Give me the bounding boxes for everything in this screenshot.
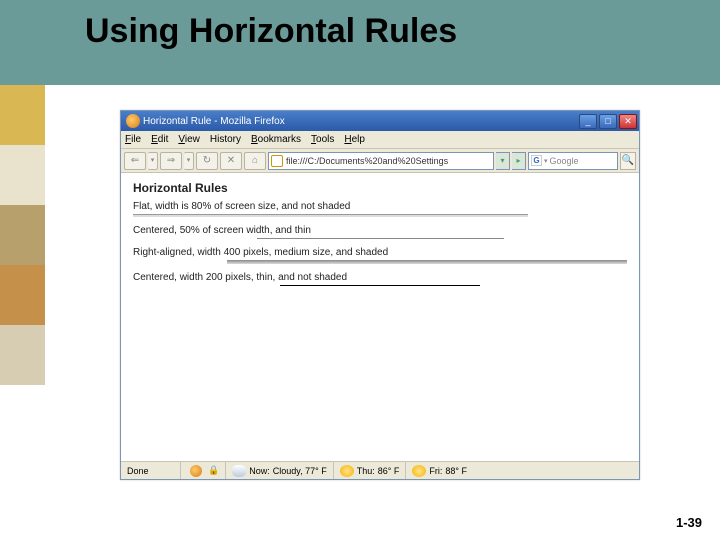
minimize-button[interactable]: _ — [579, 114, 597, 129]
url-text: file:///C:/Documents%20and%20Settings — [286, 156, 448, 166]
stop-button[interactable]: ✕ — [220, 152, 242, 170]
side-stripe — [0, 85, 45, 385]
search-placeholder: Google — [550, 156, 579, 166]
url-input[interactable]: file:///C:/Documents%20and%20Settings — [268, 152, 494, 170]
hr-desc-3: Right-aligned, width 400 pixels, medium … — [133, 247, 627, 258]
sun-icon — [412, 465, 426, 477]
hr-3 — [227, 260, 627, 264]
slide-header: Using Horizontal Rules — [0, 0, 720, 85]
hr-2 — [257, 238, 504, 239]
cloud-icon — [232, 465, 246, 477]
google-icon: G — [531, 155, 542, 166]
menu-view[interactable]: View — [178, 134, 200, 145]
page-icon — [271, 155, 283, 167]
weather-fri[interactable]: Fri: 88° F — [406, 462, 473, 479]
hr-desc-2: Centered, 50% of screen width, and thin — [133, 225, 627, 236]
forward-button[interactable]: ⇒ — [160, 152, 182, 170]
go-button[interactable]: ▸ — [512, 152, 526, 170]
hr-4 — [280, 285, 480, 286]
sun-icon — [340, 465, 354, 477]
maximize-button[interactable]: □ — [599, 114, 617, 129]
lock-icon: 🔒 — [208, 465, 219, 476]
menu-help[interactable]: Help — [344, 134, 365, 145]
stripe-seg — [0, 145, 45, 205]
page-heading: Horizontal Rules — [133, 181, 627, 195]
menu-history[interactable]: History — [210, 134, 241, 145]
menu-file[interactable]: File — [125, 134, 141, 145]
menubar: File Edit View History Bookmarks Tools H… — [121, 131, 639, 149]
page-content: Horizontal Rules Flat, width is 80% of s… — [121, 173, 639, 302]
stripe-seg — [0, 85, 45, 145]
menu-bookmarks[interactable]: Bookmarks — [251, 134, 301, 145]
weather-thu[interactable]: Thu: 86° F — [334, 462, 407, 479]
stripe-seg — [0, 205, 45, 265]
firefox-icon — [190, 465, 202, 477]
stripe-seg — [0, 325, 45, 385]
status-ext-icons[interactable]: 🔒 — [181, 462, 226, 479]
hr-desc-4: Centered, width 200 pixels, thin, and no… — [133, 272, 627, 283]
weather-now[interactable]: Now: Cloudy, 77° F — [226, 462, 333, 479]
home-button[interactable]: ⌂ — [244, 152, 266, 170]
nav-toolbar: ⇐ ▾ ⇒ ▾ ↻ ✕ ⌂ file:///C:/Documents%20and… — [121, 149, 639, 173]
firefox-icon — [126, 114, 140, 128]
close-button[interactable]: ✕ — [619, 114, 637, 129]
back-button[interactable]: ⇐ — [124, 152, 146, 170]
hr-1 — [133, 214, 528, 217]
menu-tools[interactable]: Tools — [311, 134, 334, 145]
menu-edit[interactable]: Edit — [151, 134, 168, 145]
titlebar[interactable]: Horizontal Rule - Mozilla Firefox _ □ ✕ — [121, 111, 639, 131]
url-dropdown[interactable]: ▾ — [496, 152, 510, 170]
forward-dropdown[interactable]: ▾ — [184, 152, 194, 170]
search-input[interactable]: G ▾ Google — [528, 152, 618, 170]
status-done: Done — [121, 462, 181, 479]
hr-desc-1: Flat, width is 80% of screen size, and n… — [133, 201, 627, 212]
back-dropdown[interactable]: ▾ — [148, 152, 158, 170]
window-title: Horizontal Rule - Mozilla Firefox — [143, 116, 579, 127]
statusbar: Done 🔒 Now: Cloudy, 77° F Thu: 86° F Fri… — [121, 461, 639, 479]
slide-title: Using Horizontal Rules — [85, 12, 457, 51]
stripe-seg — [0, 265, 45, 325]
search-go-button[interactable]: 🔍 — [620, 152, 636, 170]
reload-button[interactable]: ↻ — [196, 152, 218, 170]
page-number: 1-39 — [676, 515, 702, 530]
browser-window: Horizontal Rule - Mozilla Firefox _ □ ✕ … — [120, 110, 640, 480]
